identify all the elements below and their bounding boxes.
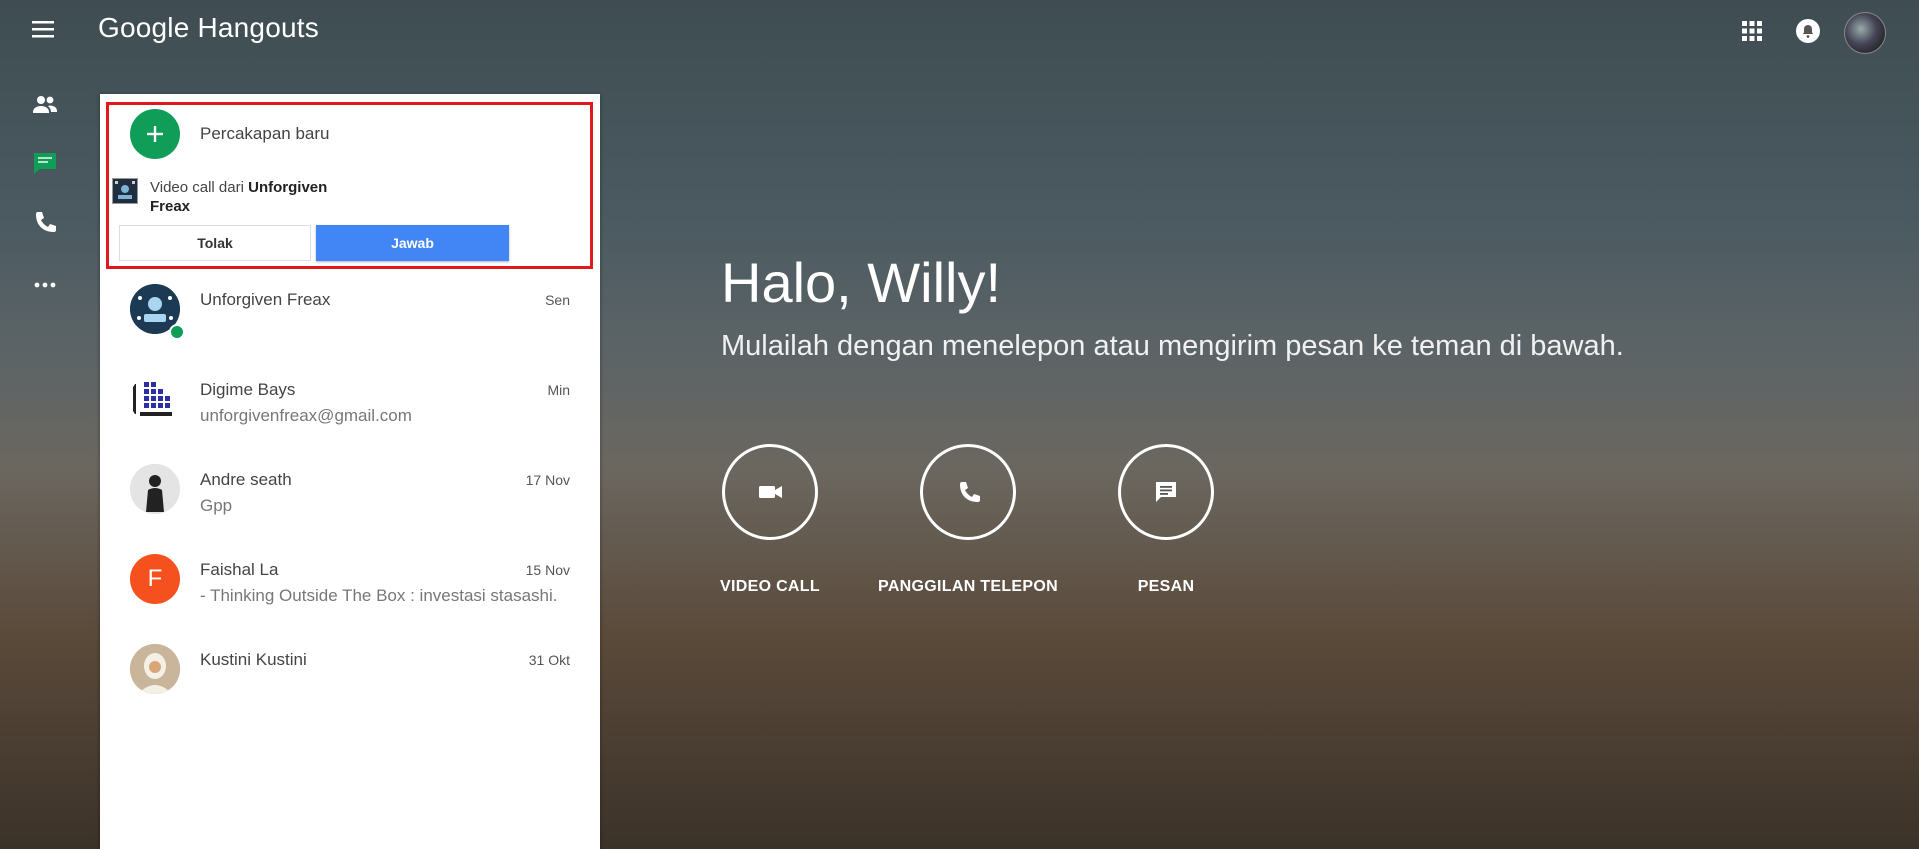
conversation-date: Sen bbox=[545, 292, 570, 308]
notifications-bell-icon[interactable] bbox=[1795, 18, 1821, 44]
accept-call-button[interactable]: Jawab bbox=[316, 225, 509, 261]
message-icon bbox=[1118, 444, 1214, 540]
message-snippet: unforgivenfreax@gmail.com bbox=[200, 406, 412, 425]
avatar bbox=[130, 374, 180, 424]
phone-calls-icon[interactable] bbox=[30, 208, 60, 238]
message-snippet: Gpp bbox=[200, 496, 233, 515]
caller-name-line2: Freax bbox=[150, 198, 191, 215]
conversation-item[interactable]: Andre seath Gpp 17 Nov bbox=[100, 460, 600, 540]
message-snippet: - Thinking Outside The Box : investasi s… bbox=[200, 586, 558, 605]
contact-name: Andre seath bbox=[200, 470, 292, 489]
more-options-icon[interactable] bbox=[30, 270, 60, 300]
greeting-subtitle: Mulailah dengan menelepon atau mengirim … bbox=[721, 330, 1624, 362]
conversation-item[interactable]: Unforgiven Freax Sen bbox=[100, 280, 600, 360]
avatar bbox=[130, 644, 180, 694]
conversation-item[interactable]: F Faishal La - Thinking Outside The Box … bbox=[100, 550, 600, 630]
apps-grid-icon[interactable] bbox=[1741, 20, 1763, 42]
conversation-date: 15 Nov bbox=[525, 562, 570, 578]
avatar bbox=[130, 464, 180, 514]
contact-name: Kustini Kustini bbox=[200, 650, 307, 669]
videocam-icon bbox=[722, 444, 818, 540]
online-status-dot bbox=[169, 324, 185, 340]
incoming-call-prefix: Video call dari bbox=[150, 179, 249, 196]
new-conversation-label: Percakapan baru bbox=[200, 124, 330, 143]
decline-call-button[interactable]: Tolak bbox=[119, 225, 311, 261]
contact-name: Digime Bays bbox=[200, 380, 296, 399]
phone-icon bbox=[920, 444, 1016, 540]
avatar-initial: F bbox=[147, 565, 163, 592]
phone-call-label: PANGGILAN TELEPON bbox=[878, 578, 1058, 595]
plus-icon bbox=[130, 109, 180, 159]
conversation-item[interactable]: Digime Bays unforgivenfreax@gmail.com Mi… bbox=[100, 370, 600, 450]
greeting-title: Halo, Willy! bbox=[721, 251, 1002, 314]
app-title: Google Hangouts bbox=[98, 12, 319, 43]
menu-icon[interactable] bbox=[30, 18, 56, 40]
conversation-date: 17 Nov bbox=[525, 472, 570, 488]
incoming-call-text: Video call dari Unforgiven Freax bbox=[150, 178, 370, 216]
phone-call-button[interactable]: PANGGILAN TELEPON bbox=[868, 444, 1068, 596]
conversation-panel: Percakapan baru Video call dari Unforgiv… bbox=[100, 94, 600, 849]
account-avatar[interactable] bbox=[1844, 12, 1886, 54]
video-call-button[interactable]: VIDEO CALL bbox=[670, 444, 870, 596]
conversation-date: 31 Okt bbox=[528, 652, 570, 668]
conversations-icon[interactable] bbox=[30, 148, 60, 178]
contact-name: Faishal La bbox=[200, 560, 279, 579]
video-call-label: VIDEO CALL bbox=[720, 578, 820, 595]
conversation-item[interactable]: Kustini Kustini 31 Okt bbox=[100, 640, 600, 720]
message-button[interactable]: PESAN bbox=[1066, 444, 1266, 596]
new-conversation-button[interactable]: Percakapan baru bbox=[130, 108, 329, 160]
caller-name-line1: Unforgiven bbox=[248, 179, 328, 196]
conversation-date: Min bbox=[547, 382, 570, 398]
avatar: F bbox=[130, 554, 180, 604]
caller-avatar bbox=[112, 178, 138, 204]
contacts-icon[interactable] bbox=[30, 90, 60, 120]
contact-name: Unforgiven Freax bbox=[200, 290, 331, 309]
message-label: PESAN bbox=[1137, 578, 1195, 595]
